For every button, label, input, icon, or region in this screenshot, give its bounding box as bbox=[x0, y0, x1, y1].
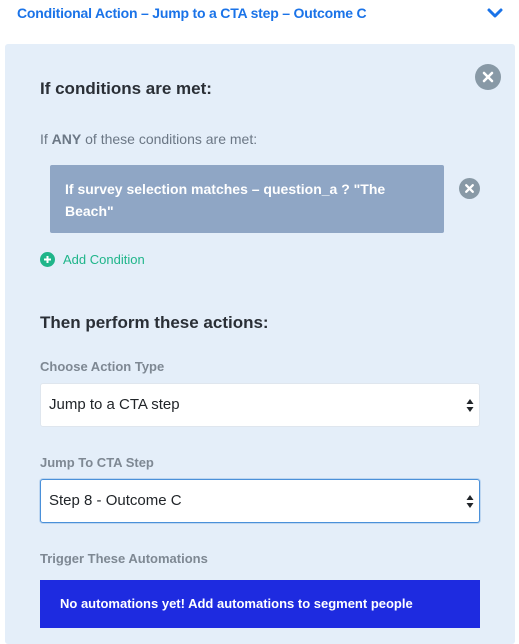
jump-step-value: Step 8 - Outcome C bbox=[49, 492, 182, 509]
chevron-down-icon[interactable] bbox=[486, 6, 504, 20]
conditions-heading: If conditions are met: bbox=[40, 79, 212, 98]
jump-step-label: Jump To CTA Step bbox=[40, 455, 154, 470]
plus-circle-icon bbox=[40, 251, 55, 267]
match-mode-text: If ANY of these conditions are met: bbox=[40, 131, 257, 147]
action-type-value: Jump to a CTA step bbox=[49, 396, 180, 413]
match-mode: ANY bbox=[51, 131, 82, 147]
action-type-select[interactable]: Jump to a CTA step bbox=[40, 383, 480, 427]
action-type-label: Choose Action Type bbox=[40, 359, 165, 374]
close-icon[interactable] bbox=[475, 64, 501, 90]
add-condition-label: Add Condition bbox=[63, 251, 145, 267]
condition-text: If survey selection matches – question_a… bbox=[65, 181, 386, 219]
match-prefix: If bbox=[40, 131, 48, 147]
accordion-title: Conditional Action – Jump to a CTA step … bbox=[17, 5, 367, 21]
add-condition-button[interactable]: Add Condition bbox=[40, 250, 145, 268]
actions-heading: Then perform these actions: bbox=[40, 313, 269, 332]
automations-empty-text: No automations yet! Add automations to s… bbox=[60, 596, 413, 611]
match-suffix: of these conditions are met: bbox=[85, 131, 258, 147]
select-arrows-icon bbox=[466, 494, 474, 509]
automations-label: Trigger These Automations bbox=[40, 551, 208, 566]
automations-empty-banner: No automations yet! Add automations to s… bbox=[40, 580, 480, 628]
select-arrows-icon bbox=[466, 398, 474, 413]
jump-step-select[interactable]: Step 8 - Outcome C bbox=[40, 479, 480, 523]
remove-condition-icon[interactable] bbox=[459, 178, 480, 199]
accordion-header[interactable]: Conditional Action – Jump to a CTA step … bbox=[0, 0, 519, 40]
condition-item[interactable]: If survey selection matches – question_a… bbox=[50, 165, 444, 233]
